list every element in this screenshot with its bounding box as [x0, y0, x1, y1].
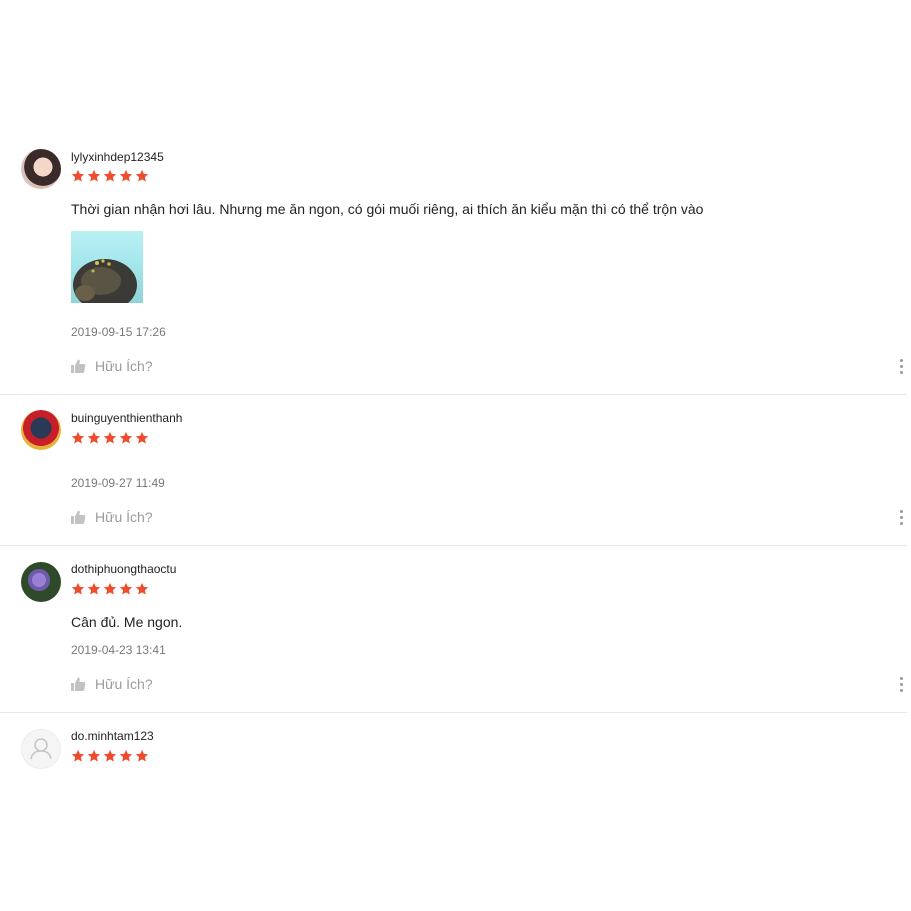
star-icon: [119, 431, 133, 445]
star-icon: [87, 169, 101, 183]
user-avatar[interactable]: [21, 410, 61, 450]
star-icon: [71, 749, 85, 763]
star-icon: [71, 431, 85, 445]
star-icon: [119, 582, 133, 596]
star-icon: [135, 169, 149, 183]
user-icon: [30, 738, 52, 760]
username[interactable]: dothiphuongthaoctu: [71, 562, 176, 576]
helpful-button[interactable]: Hữu Ích?: [70, 676, 153, 692]
username[interactable]: lylyxinhdep12345: [71, 150, 164, 164]
rating-stars: [71, 749, 149, 763]
divider: [0, 394, 907, 395]
user-avatar[interactable]: [21, 729, 61, 769]
review-date: 2019-09-15 17:26: [71, 325, 166, 339]
star-icon: [103, 749, 117, 763]
star-icon: [87, 431, 101, 445]
helpful-label: Hữu Ích?: [95, 676, 153, 692]
divider: [0, 545, 907, 546]
rating-stars: [71, 431, 149, 445]
review-photo[interactable]: [71, 231, 143, 303]
star-icon: [103, 169, 117, 183]
star-icon: [71, 582, 85, 596]
username[interactable]: buinguyenthienthanh: [71, 411, 182, 425]
star-icon: [135, 582, 149, 596]
rating-stars: [71, 582, 149, 596]
user-avatar[interactable]: [21, 149, 61, 189]
star-icon: [103, 582, 117, 596]
star-icon: [87, 749, 101, 763]
divider: [0, 712, 907, 713]
helpful-button[interactable]: Hữu Ích?: [70, 509, 153, 525]
star-icon: [135, 431, 149, 445]
star-icon: [71, 169, 85, 183]
helpful-label: Hữu Ích?: [95, 509, 153, 525]
star-icon: [119, 749, 133, 763]
star-icon: [103, 431, 117, 445]
more-vertical-icon[interactable]: [900, 359, 906, 377]
more-vertical-icon[interactable]: [900, 677, 906, 695]
user-avatar[interactable]: [21, 562, 61, 602]
rating-stars: [71, 169, 149, 183]
thumbs-up-icon: [70, 358, 86, 374]
more-vertical-icon[interactable]: [900, 510, 906, 528]
review-photo-image: [73, 259, 137, 303]
star-icon: [135, 749, 149, 763]
review-comment: Thời gian nhận hơi lâu. Nhưng me ăn ngon…: [71, 201, 704, 217]
helpful-label: Hữu Ích?: [95, 358, 153, 374]
thumbs-up-icon: [70, 509, 86, 525]
star-icon: [119, 169, 133, 183]
helpful-button[interactable]: Hữu Ích?: [70, 358, 153, 374]
star-icon: [87, 582, 101, 596]
review-comment: Cân đủ. Me ngon.: [71, 614, 183, 630]
review-date: 2019-04-23 13:41: [71, 643, 166, 657]
thumbs-up-icon: [70, 676, 86, 692]
username[interactable]: do.minhtam123: [71, 729, 154, 743]
review-date: 2019-09-27 11:49: [71, 476, 165, 490]
